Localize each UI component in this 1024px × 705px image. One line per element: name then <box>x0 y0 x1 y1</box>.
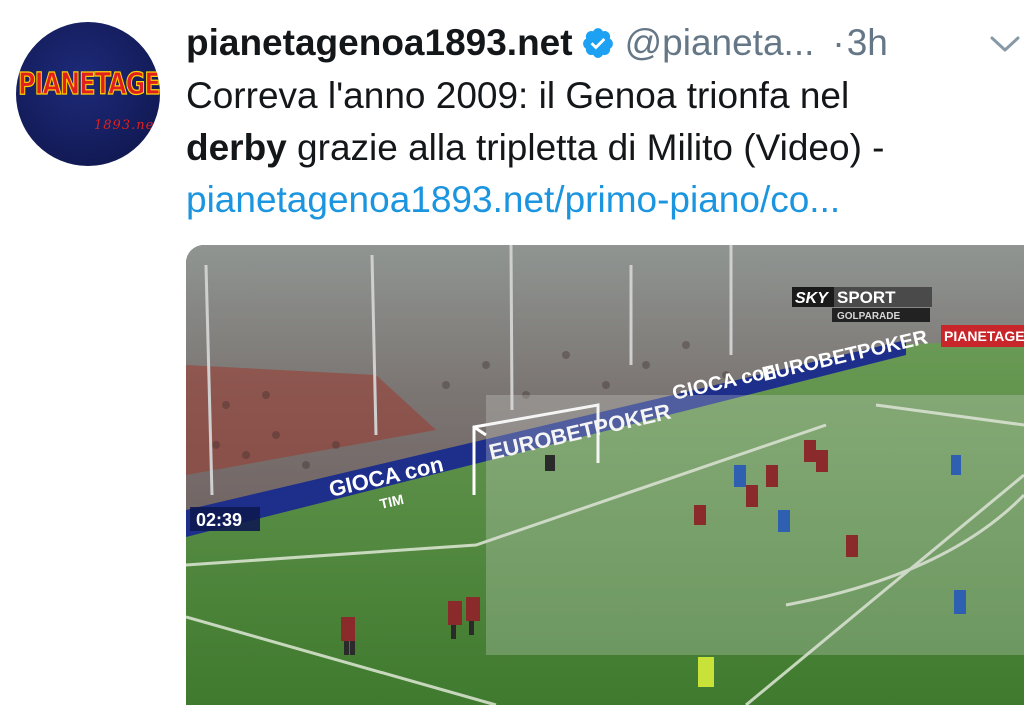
tweet-text-part1: Correva l'anno 2009: il Genoa trionfa ne… <box>186 75 850 116</box>
match-clock: 02:39 <box>190 507 260 531</box>
clock-time: 02:39 <box>196 510 242 530</box>
profile-avatar[interactable]: PIANETAGENOA 1893.net <box>16 22 160 166</box>
tweet-header: pianetagenoa1893.net @pianeta... · 3h <box>186 18 888 68</box>
tweet-text-bold: derby <box>186 127 287 168</box>
stand-banner-text: PIANETAGENOA <box>944 328 1024 344</box>
chevron-down-icon[interactable] <box>986 30 1024 58</box>
user-handle[interactable]: @pianeta... <box>625 22 815 64</box>
channel-name: SPORT <box>837 288 896 307</box>
separator-dot: · <box>832 22 845 63</box>
tweet-text-part2: grazie alla tripletta di Milito (Video) … <box>286 127 885 168</box>
tweet-text: Correva l'anno 2009: il Genoa trionfa ne… <box>186 70 1016 226</box>
avatar-logo-subtext: 1893.net <box>94 118 160 133</box>
show-name: GOLPARADE <box>837 311 900 322</box>
video-frame: GIOCA con EUROBETPOKER GIOCA con EUROBET… <box>186 245 1024 705</box>
broadcaster-logo: SKY <box>795 290 829 307</box>
tweet-timestamp[interactable]: 3h <box>847 22 888 64</box>
verified-badge-icon <box>582 28 613 58</box>
display-name[interactable]: pianetagenoa1893.net <box>186 22 573 64</box>
avatar-logo-text: PIANETAGENOA <box>18 66 161 102</box>
tweet-link[interactable]: pianetagenoa1893.net/primo-piano/co... <box>186 179 840 220</box>
video-thumbnail[interactable]: GIOCA con EUROBETPOKER GIOCA con EUROBET… <box>186 245 1024 705</box>
